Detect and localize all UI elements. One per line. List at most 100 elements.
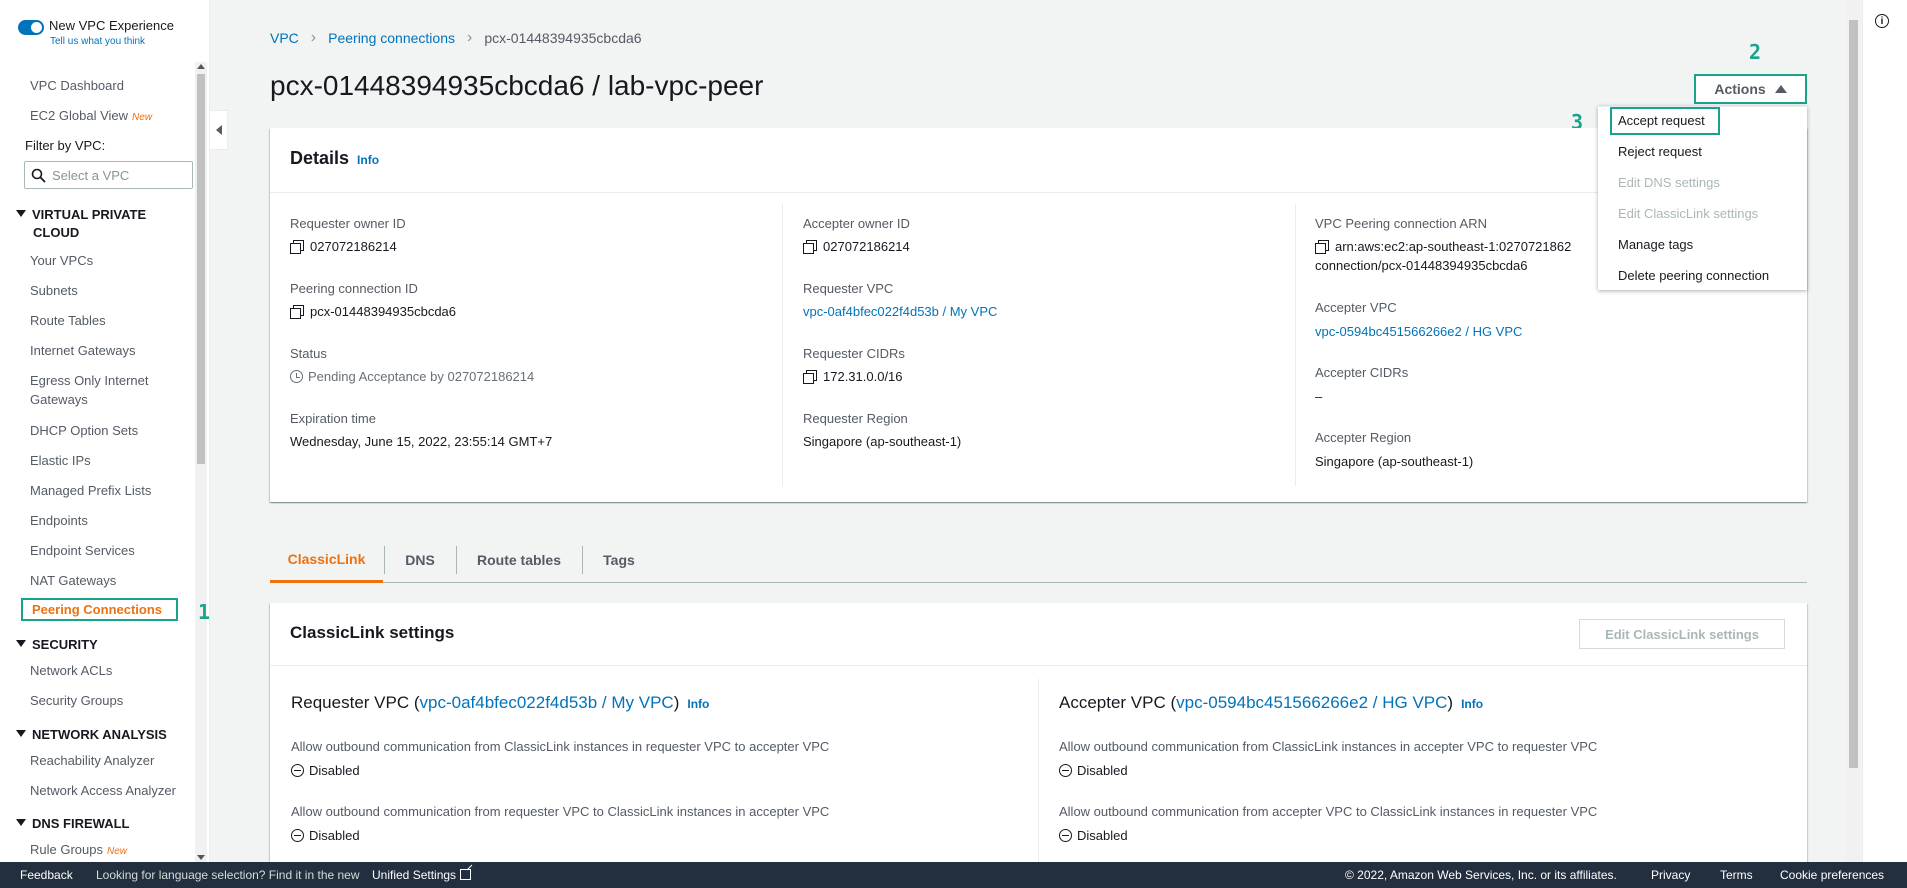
value-text: 027072186214	[310, 239, 397, 254]
section-label: VIRTUAL PRIVATE	[32, 207, 147, 222]
scroll-up-arrow-icon[interactable]	[197, 64, 205, 69]
sidebar-item-endpoint-services[interactable]: Endpoint Services	[30, 543, 135, 558]
edit-classiclink-settings-button: Edit ClassicLink settings	[1579, 619, 1785, 649]
accepter-cidrs-value: –	[1315, 389, 1323, 404]
breadcrumb: VPC › Peering connections › pcx-01448394…	[270, 29, 642, 47]
sidebar-item-rule-groups[interactable]: Rule Groups New	[30, 842, 127, 857]
sidebar-item-internet-gateways[interactable]: Internet Gateways	[30, 343, 136, 358]
unified-settings-label: Unified Settings	[372, 868, 457, 882]
breadcrumb-vpc[interactable]: VPC	[270, 30, 299, 46]
accepter-region-label: Accepter Region	[1315, 430, 1412, 445]
copy-icon[interactable]	[290, 240, 304, 254]
section-network-analysis[interactable]: NETWORK ANALYSIS	[16, 727, 167, 742]
footer-privacy-link[interactable]: Privacy	[1651, 868, 1690, 882]
requester-outbound-classiclink-label: Allow outbound communication from Classi…	[291, 739, 830, 754]
sidebar-item-network-access-analyzer[interactable]: Network Access Analyzer	[30, 783, 176, 798]
requester-vpc-heading-link[interactable]: vpc-0af4bfec022f4d53b / My VPC	[420, 693, 674, 712]
sidebar-item-route-tables[interactable]: Route Tables	[30, 313, 106, 328]
requester-vpc-link[interactable]: vpc-0af4bfec022f4d53b / My VPC	[803, 304, 997, 319]
sidebar-item-security-groups[interactable]: Security Groups	[30, 693, 123, 708]
section-dns-firewall[interactable]: DNS FIREWALL	[16, 816, 130, 831]
requester-vpc-heading: Requester VPC (vpc-0af4bfec022f4d53b / M…	[291, 693, 709, 713]
value-text: Disabled	[1077, 828, 1128, 843]
value-text: 172.31.0.0/16	[823, 369, 903, 384]
accepter-outbound-classiclink-label: Allow outbound communication from Classi…	[1059, 739, 1598, 754]
status-label: Status	[290, 346, 327, 361]
page-scrollbar[interactable]	[1846, 0, 1860, 862]
column-divider	[1038, 679, 1039, 863]
caret-down-icon	[16, 640, 26, 647]
sidebar-item-egress-only-internet-gateways[interactable]: Egress Only Internet	[30, 373, 149, 388]
disabled-icon	[1059, 764, 1072, 777]
accepter-info-link[interactable]: Info	[1461, 697, 1483, 711]
feedback-link[interactable]: Tell us what you think	[50, 36, 174, 47]
tab-tags[interactable]: Tags	[583, 537, 655, 583]
chevron-right-icon: ›	[310, 29, 317, 46]
heading-prefix: Accepter VPC (	[1059, 693, 1177, 712]
breadcrumb-peering-connections[interactable]: Peering connections	[328, 30, 455, 46]
menu-item-accept-request[interactable]: Accept request	[1618, 113, 1705, 128]
footer-cookie-preferences-link[interactable]: Cookie preferences	[1780, 868, 1884, 882]
new-experience-toggle[interactable]	[18, 20, 44, 35]
peering-connection-id-label: Peering connection ID	[290, 281, 418, 296]
footer-feedback-link[interactable]: Feedback	[20, 868, 73, 882]
new-vpc-experience-toggle-row: New VPC Experience Tell us what you thin…	[18, 18, 174, 47]
new-badge: New	[106, 846, 127, 857]
section-label: SECURITY	[32, 637, 98, 652]
accepter-owner-id-label: Accepter owner ID	[803, 216, 910, 231]
heading-suffix: )	[1447, 693, 1454, 712]
collapse-sidebar-button[interactable]	[210, 110, 228, 150]
vpc-filter-select[interactable]: Select a VPC	[24, 161, 193, 189]
copy-icon[interactable]	[1315, 240, 1329, 254]
sidebar-item-nat-gateways[interactable]: NAT Gateways	[30, 573, 116, 588]
sidebar-scrollbar[interactable]	[195, 62, 207, 862]
accepter-owner-id-value: 027072186214	[803, 239, 910, 254]
sidebar-item-ec2-global-view[interactable]: EC2 Global View New	[30, 108, 152, 123]
info-icon[interactable]: i	[1875, 14, 1889, 28]
menu-item-manage-tags[interactable]: Manage tags	[1618, 237, 1693, 252]
copy-icon[interactable]	[290, 305, 304, 319]
accepter-vpc-heading-link[interactable]: vpc-0594bc451566266e2 / HG VPC	[1176, 693, 1447, 712]
page-title: pcx-01448394935cbcda6 / lab-vpc-peer	[270, 70, 764, 101]
section-virtual-private-cloud[interactable]: VIRTUAL PRIVATE	[16, 207, 146, 222]
sidebar-item-vpc-dashboard[interactable]: VPC Dashboard	[30, 78, 124, 93]
classiclink-heading: ClassicLink settings	[290, 623, 455, 642]
tab-classiclink[interactable]: ClassicLink	[270, 537, 383, 583]
annotation-step-1: 1	[198, 600, 211, 624]
peering-connection-id-value: pcx-01448394935cbcda6	[290, 304, 456, 319]
disabled-icon	[291, 829, 304, 842]
copy-icon[interactable]	[803, 370, 817, 384]
search-icon	[31, 168, 46, 183]
sidebar-item-endpoints[interactable]: Endpoints	[30, 513, 88, 528]
sidebar-item-your-vpcs[interactable]: Your VPCs	[30, 253, 93, 268]
sidebar-item-egress-only-line2[interactable]: Gateways	[30, 392, 88, 407]
sidebar-item-managed-prefix-lists[interactable]: Managed Prefix Lists	[30, 483, 151, 498]
sidebar-item-dhcp-option-sets[interactable]: DHCP Option Sets	[30, 423, 138, 438]
peering-arn-label: VPC Peering connection ARN	[1315, 216, 1487, 231]
expiration-time-value: Wednesday, June 15, 2022, 23:55:14 GMT+7	[290, 434, 553, 449]
tab-route-tables[interactable]: Route tables	[457, 537, 581, 583]
sidebar-item-network-acls[interactable]: Network ACLs	[30, 663, 112, 678]
requester-info-link[interactable]: Info	[687, 697, 709, 711]
tab-dns[interactable]: DNS	[385, 537, 455, 583]
section-security[interactable]: SECURITY	[16, 637, 98, 652]
actions-button[interactable]: Actions	[1694, 74, 1807, 104]
sidebar-item-reachability-analyzer[interactable]: Reachability Analyzer	[30, 753, 154, 768]
requester-cidrs-label: Requester CIDRs	[803, 346, 905, 361]
menu-item-delete-peering-connection[interactable]: Delete peering connection	[1618, 268, 1769, 283]
copy-icon[interactable]	[803, 240, 817, 254]
sidebar-scroll-thumb[interactable]	[197, 74, 205, 464]
sidebar: New VPC Experience Tell us what you thin…	[0, 0, 210, 862]
accepter-vpc-link[interactable]: vpc-0594bc451566266e2 / HG VPC	[1315, 324, 1522, 339]
page-scroll-thumb[interactable]	[1849, 20, 1858, 768]
peering-arn-value: arn:aws:ec2:ap-southeast-1:0270721862	[1315, 239, 1571, 254]
status-value: Pending Acceptance by 027072186214	[290, 369, 534, 384]
sidebar-item-elastic-ips[interactable]: Elastic IPs	[30, 453, 91, 468]
scroll-down-arrow-icon[interactable]	[197, 855, 205, 860]
details-info-link[interactable]: Info	[357, 153, 379, 167]
footer-unified-settings-link[interactable]: Unified Settings	[372, 868, 472, 882]
sidebar-item-subnets[interactable]: Subnets	[30, 283, 78, 298]
sidebar-item-peering-connections[interactable]: Peering Connections	[21, 598, 178, 621]
menu-item-reject-request[interactable]: Reject request	[1618, 144, 1702, 159]
footer-terms-link[interactable]: Terms	[1720, 868, 1753, 882]
